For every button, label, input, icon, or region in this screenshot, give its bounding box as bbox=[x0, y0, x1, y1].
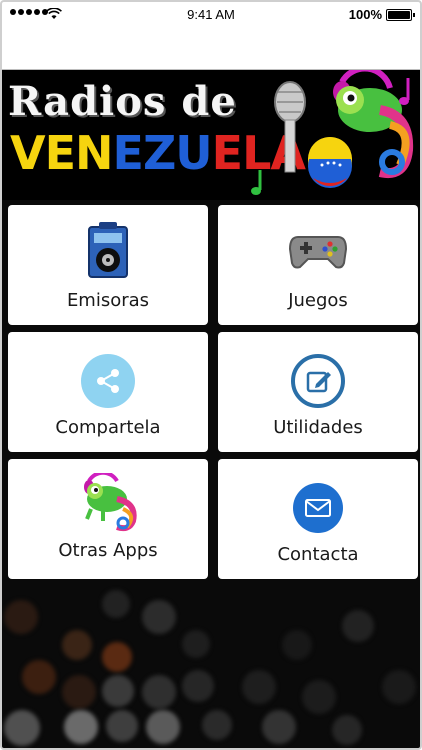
tile-contacta[interactable]: Contacta bbox=[218, 459, 418, 579]
tile-label-juegos: Juegos bbox=[288, 290, 348, 311]
tile-juegos[interactable]: Juegos bbox=[218, 205, 418, 325]
tile-label-utilidades: Utilidades bbox=[273, 417, 363, 438]
gamepad-icon bbox=[288, 236, 348, 269]
chameleon-icon bbox=[84, 473, 137, 532]
edit-icon bbox=[291, 354, 345, 408]
share-icon bbox=[81, 354, 135, 408]
app-banner: Radios de VENEZUELA bbox=[2, 70, 420, 200]
status-bar: 9:41 AM 100% bbox=[2, 2, 420, 28]
envelope-icon bbox=[293, 483, 343, 533]
tile-emisoras[interactable]: Emisoras bbox=[8, 205, 208, 325]
chameleon-mascot-with-microphone-icon bbox=[251, 70, 414, 195]
tile-otras-apps[interactable]: Otras Apps bbox=[8, 459, 208, 579]
radio-player-icon bbox=[88, 222, 128, 278]
tile-label-contacta: Contacta bbox=[277, 544, 359, 565]
tile-label-emisoras: Emisoras bbox=[66, 290, 150, 311]
tile-label-compartela: Compartela bbox=[55, 417, 161, 438]
banner-title-radios-de: Radios de bbox=[8, 78, 237, 125]
tile-compartela[interactable]: Compartela bbox=[8, 332, 208, 452]
battery-percentage: 100% bbox=[348, 7, 382, 22]
battery-icon bbox=[386, 9, 415, 21]
navigation-bar bbox=[2, 28, 420, 70]
tile-utilidades[interactable]: Utilidades bbox=[218, 332, 418, 452]
content-area: Radios de VENEZUELA Emisoras Juegos Comp… bbox=[2, 70, 420, 748]
tile-label-otras-apps: Otras Apps bbox=[58, 540, 158, 561]
phone-screen: 9:41 AM 100% Radios de VENEZUELA Emisora… bbox=[0, 0, 422, 750]
